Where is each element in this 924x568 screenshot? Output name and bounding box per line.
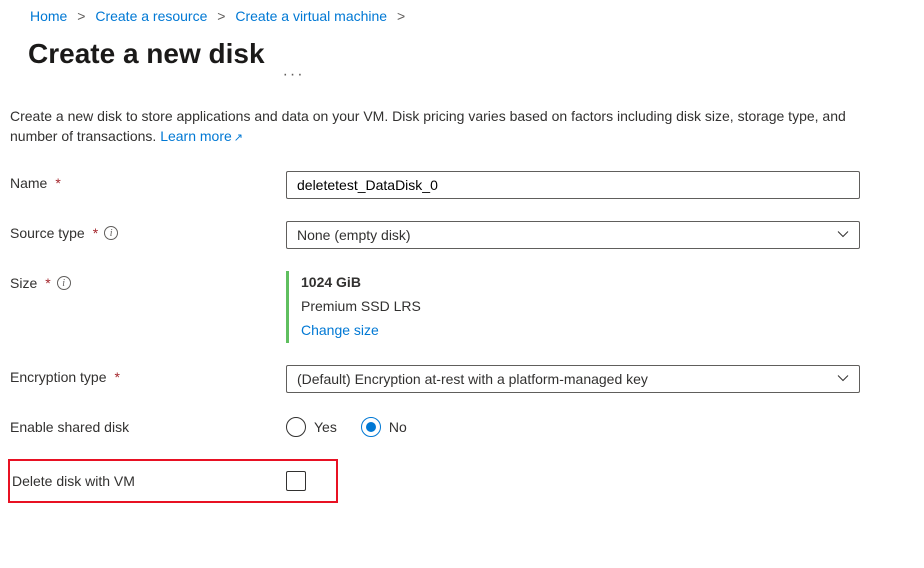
size-value: 1024 GiB	[301, 271, 860, 295]
delete-disk-with-vm-checkbox[interactable]	[286, 471, 306, 491]
required-asterisk: *	[55, 175, 60, 191]
chevron-down-icon	[837, 227, 849, 243]
external-link-icon: ↗	[234, 132, 243, 144]
radio-checked-icon	[361, 417, 381, 437]
breadcrumb: Home > Create a resource > Create a virt…	[10, 8, 896, 24]
breadcrumb-create-vm[interactable]: Create a virtual machine	[235, 8, 387, 24]
required-asterisk: *	[93, 225, 98, 241]
delete-disk-with-vm-row: Delete disk with VM	[8, 459, 338, 503]
name-label: Name	[10, 175, 47, 191]
breadcrumb-create-resource[interactable]: Create a resource	[95, 8, 207, 24]
source-type-label: Source type	[10, 225, 85, 241]
enable-shared-disk-label: Enable shared disk	[10, 419, 129, 435]
enable-shared-disk-radiogroup: Yes No	[286, 415, 860, 437]
more-actions-icon[interactable]: ···	[283, 66, 305, 84]
required-asterisk: *	[115, 369, 120, 385]
info-icon[interactable]: i	[57, 276, 71, 290]
intro-body: Create a new disk to store applications …	[10, 108, 846, 144]
size-summary: 1024 GiB Premium SSD LRS Change size	[286, 271, 860, 342]
source-type-value: None (empty disk)	[297, 227, 411, 243]
size-label: Size	[10, 275, 37, 291]
delete-disk-with-vm-label: Delete disk with VM	[12, 473, 135, 489]
shared-disk-yes-radio[interactable]: Yes	[286, 417, 337, 437]
chevron-down-icon	[837, 371, 849, 387]
source-type-select[interactable]: None (empty disk)	[286, 221, 860, 249]
learn-more-link[interactable]: Learn more↗	[160, 128, 243, 144]
size-tier: Premium SSD LRS	[301, 295, 860, 319]
shared-disk-no-radio[interactable]: No	[361, 417, 407, 437]
chevron-right-icon: >	[77, 8, 85, 24]
encryption-type-value: (Default) Encryption at-rest with a plat…	[297, 371, 648, 387]
info-icon[interactable]: i	[104, 226, 118, 240]
required-asterisk: *	[45, 275, 50, 291]
encryption-type-label: Encryption type	[10, 369, 107, 385]
radio-label-no: No	[389, 419, 407, 435]
radio-label-yes: Yes	[314, 419, 337, 435]
radio-icon	[286, 417, 306, 437]
change-size-link[interactable]: Change size	[301, 322, 379, 338]
page-title: Create a new disk	[28, 38, 265, 70]
breadcrumb-home[interactable]: Home	[30, 8, 67, 24]
name-input[interactable]	[286, 171, 860, 199]
encryption-type-select[interactable]: (Default) Encryption at-rest with a plat…	[286, 365, 860, 393]
intro-text: Create a new disk to store applications …	[10, 106, 896, 147]
chevron-right-icon: >	[397, 8, 405, 24]
chevron-right-icon: >	[217, 8, 225, 24]
